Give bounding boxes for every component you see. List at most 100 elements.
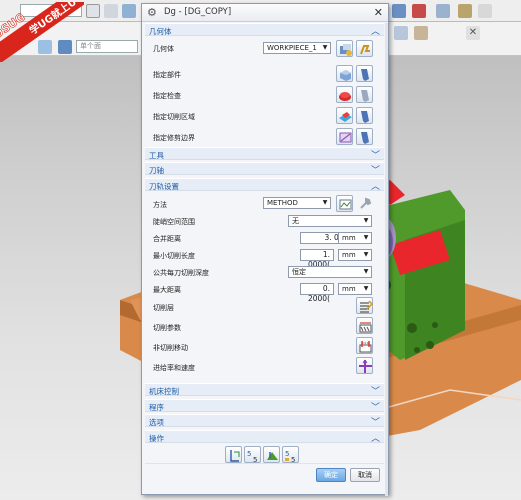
section-axis-title: 刀轴 — [149, 166, 164, 175]
cut-params-icon — [359, 322, 372, 333]
feeds-speeds-button[interactable] — [356, 357, 373, 374]
ops-icon[interactable] — [414, 26, 428, 40]
tool-icon[interactable] — [394, 26, 408, 40]
chevron-up-icon[interactable]: ︿ — [371, 431, 380, 444]
more-icon[interactable] — [478, 4, 492, 18]
snap-icon[interactable] — [122, 4, 136, 18]
max-distance-unit-value: mm — [342, 285, 356, 293]
verify-button[interactable] — [263, 446, 280, 463]
section-program-title: 程序 — [149, 403, 164, 412]
chevron-down-icon[interactable]: ﹀ — [371, 163, 380, 176]
view-icon[interactable] — [392, 4, 406, 18]
slant-combo-value: 无 — [292, 217, 299, 225]
footer-divider — [145, 463, 384, 464]
section-options-title: 选项 — [149, 418, 164, 427]
cancel-button[interactable]: 取消 — [350, 468, 380, 482]
chevron-down-icon: ▼ — [363, 285, 369, 292]
face-filter-combo[interactable]: 单个面 — [76, 40, 138, 53]
merge-distance-label: 合并距离 — [153, 235, 181, 243]
non-cut-moves-icon — [359, 341, 372, 353]
chevron-down-icon: ▼ — [363, 217, 369, 224]
min-cut-length-input[interactable]: 1. 0000( — [300, 249, 334, 269]
feeds-speeds-icon — [359, 359, 372, 373]
section-options-header[interactable]: 选项 ﹀ — [145, 414, 384, 428]
section-axis-header[interactable]: 刀轴 ﹀ — [145, 162, 384, 176]
section-tool-header[interactable]: 工具 ﹀ — [145, 147, 384, 161]
section-path-settings-header[interactable]: 刀轨设置 ︿ — [145, 178, 384, 192]
chevron-down-icon: ▼ — [363, 251, 369, 258]
chevron-down-icon[interactable]: ﹀ — [371, 148, 380, 161]
section-program-header[interactable]: 程序 ﹀ — [145, 399, 384, 413]
max-distance-label: 最大距离 — [153, 286, 181, 294]
chevron-up-icon[interactable]: ︿ — [371, 179, 380, 192]
wrench-icon — [360, 197, 372, 209]
specify-trim-button[interactable] — [336, 128, 353, 145]
section-machine-control-title: 机床控制 — [149, 387, 179, 396]
toolbar-dropdown-icon[interactable] — [104, 4, 118, 18]
specify-cut-area-button[interactable] — [336, 107, 353, 124]
depth-per-cut-combo[interactable]: 恒定 ▼ — [288, 266, 372, 278]
section-geometry-header[interactable]: 几何体 ︿ — [145, 23, 384, 37]
edit-icon — [360, 45, 370, 55]
non-cut-moves-button[interactable] — [356, 337, 373, 354]
select-geometry-button[interactable] — [336, 40, 353, 57]
method-icon — [339, 199, 352, 210]
close-icon[interactable]: ✕ — [374, 6, 383, 19]
geometry-combo[interactable]: WORKPIECE_1 ▼ — [263, 42, 331, 54]
method-label: 方法 — [153, 201, 167, 209]
depth-per-cut-label: 公共每刀切削深度 — [153, 269, 209, 277]
slant-label: 陡峭空间范围 — [153, 218, 195, 226]
cut-params-button[interactable] — [356, 317, 373, 334]
specify-check-label: 指定检查 — [153, 92, 181, 100]
specify-cut-area-label: 指定切削区域 — [153, 113, 195, 121]
method-combo-value: METHOD — [267, 199, 298, 207]
replay-button[interactable]: 55 — [244, 446, 261, 463]
section-actions-header[interactable]: 操作 ︿ — [145, 430, 384, 444]
dialog-content: 几何体 ︿ 几何体 WORKPIECE_1 ▼ 指定部件 指定检查 指定切削区域 — [145, 23, 385, 494]
show-trim-button[interactable] — [356, 128, 373, 145]
max-distance-input[interactable]: 0. 2000( — [300, 283, 334, 303]
ok-button[interactable]: 确定 — [316, 468, 346, 482]
show-check-button[interactable] — [356, 86, 373, 103]
list-button[interactable]: 55 — [282, 446, 299, 463]
geometry-combo-value: WORKPIECE_1 — [267, 44, 317, 52]
show-part-button[interactable] — [356, 65, 373, 82]
specify-part-label: 指定部件 — [153, 71, 181, 79]
specify-part-button[interactable] — [336, 65, 353, 82]
gear-icon[interactable]: ⚙ — [147, 7, 159, 19]
chevron-down-icon[interactable]: ﹀ — [371, 400, 380, 413]
trim-boundary-icon — [339, 132, 352, 143]
render-icon[interactable] — [412, 4, 426, 18]
slant-combo[interactable]: 无 ▼ — [288, 215, 372, 227]
section-machine-control-header[interactable]: 机床控制 ﹀ — [145, 383, 384, 397]
layer-icon[interactable] — [436, 4, 450, 18]
section-tool-title: 工具 — [149, 151, 164, 160]
cut-levels-button[interactable] — [356, 297, 373, 314]
search-icon[interactable] — [86, 4, 100, 18]
max-distance-unit-combo[interactable]: mm ▼ — [338, 283, 372, 295]
merge-unit-value: mm — [342, 234, 356, 242]
edit-geometry-button[interactable] — [356, 40, 373, 57]
cut-params-label: 切削参数 — [153, 324, 181, 332]
cut-levels-icon — [360, 300, 373, 313]
chevron-down-icon[interactable]: ﹀ — [371, 384, 380, 397]
chevron-up-icon[interactable]: ︿ — [371, 24, 380, 37]
method-combo[interactable]: METHOD ▼ — [263, 197, 331, 209]
specify-check-button[interactable] — [336, 86, 353, 103]
flashlight-icon — [361, 69, 369, 81]
method-edit-button[interactable] — [336, 195, 353, 212]
delete-icon[interactable]: ✕ — [466, 26, 480, 40]
generate-button[interactable] — [225, 446, 242, 463]
measure-icon[interactable] — [458, 4, 472, 18]
cut-area-icon — [339, 112, 352, 122]
chevron-down-icon[interactable]: ﹀ — [371, 415, 380, 428]
merge-unit-combo[interactable]: mm ▼ — [338, 232, 372, 244]
list-icon: 55 — [285, 450, 295, 463]
min-cut-unit-combo[interactable]: mm ▼ — [338, 249, 372, 261]
geometry-label: 几何体 — [153, 45, 174, 53]
dialog-titlebar[interactable]: ⚙ Dg - [DG_COPY] ✕ — [142, 4, 388, 22]
verify-icon — [267, 452, 278, 460]
method-wrench-button[interactable] — [356, 195, 373, 212]
show-cut-area-button[interactable] — [356, 107, 373, 124]
dialog-scrollbar[interactable] — [385, 23, 388, 496]
